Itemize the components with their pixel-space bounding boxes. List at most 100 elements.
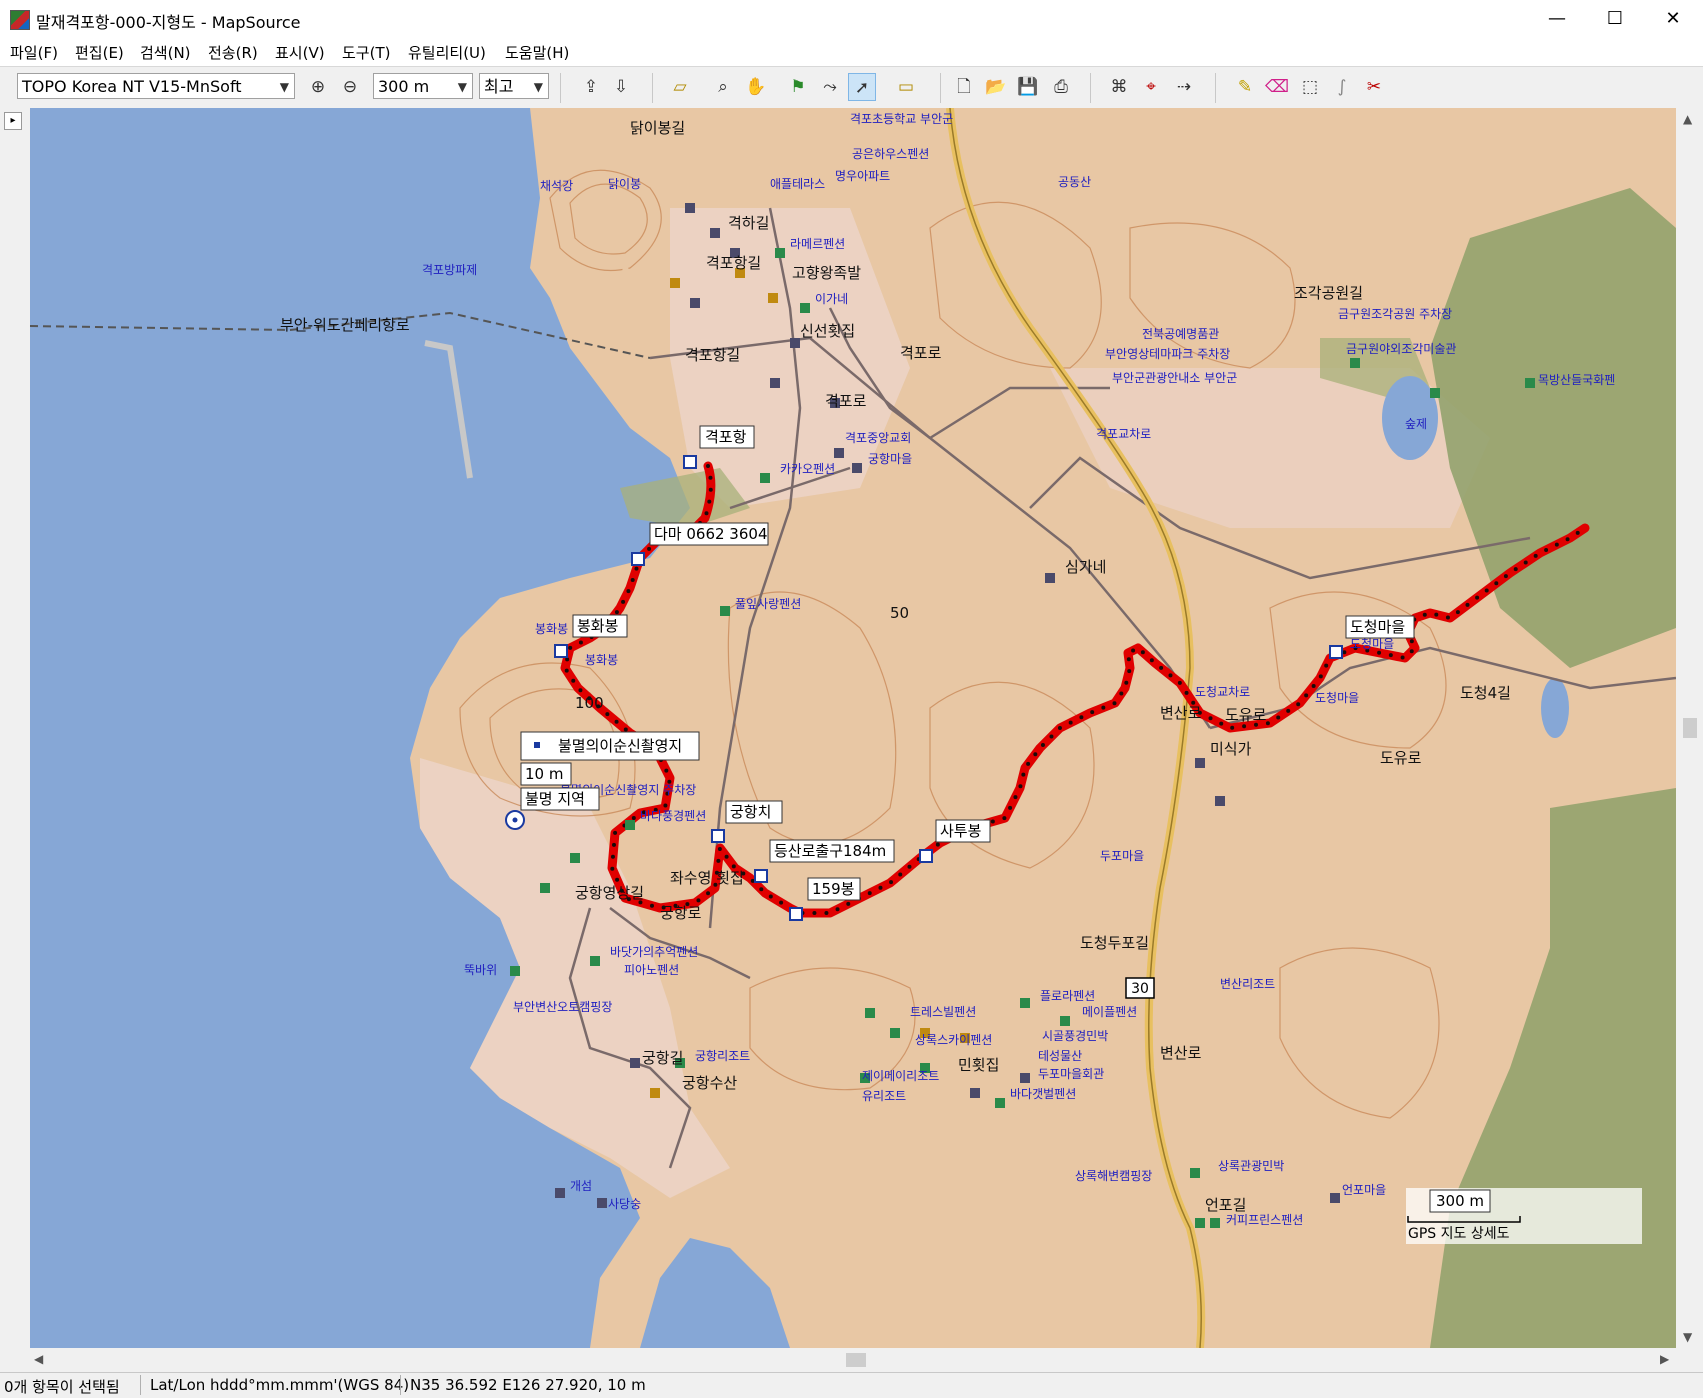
- place-label: 격포항길: [685, 346, 740, 364]
- place-label: 궁항영상길: [575, 884, 644, 902]
- place-label: 격포항길: [706, 254, 761, 272]
- status-bar: 0개 항목이 선택됨 Lat/Lon hddd°mm.mmm'(WGS 84) …: [0, 1372, 1703, 1398]
- waypoint-label-satubong[interactable]: 사투봉: [940, 822, 981, 840]
- toolbar: TOPO Korea NT V15-MnSoft ▼ ⊕ ⊖ 300 m ▼ 최…: [0, 66, 1703, 110]
- waypoint-label-dama[interactable]: 다마 0662 3604: [654, 525, 767, 543]
- select-map-icon[interactable]: ▱: [666, 73, 694, 101]
- scroll-up-icon[interactable]: ▲: [1683, 112, 1692, 126]
- place-label: 격하길: [728, 214, 769, 232]
- scroll-right-icon[interactable]: ▶: [1660, 1352, 1669, 1366]
- place-label: 바다풍경펜션: [640, 809, 706, 823]
- menu-help[interactable]: 도움말(H): [505, 42, 569, 63]
- vertical-scrollbar[interactable]: ▲ ▼: [1676, 108, 1703, 1348]
- waypoint-label-gunghangchi[interactable]: 궁항치: [730, 803, 771, 821]
- place-label: 도청교차로: [1195, 685, 1250, 699]
- selection-tool-icon[interactable]: ➚: [848, 73, 876, 101]
- place-label: 카카오펜션: [780, 462, 835, 476]
- horizontal-scroll-thumb[interactable]: [846, 1353, 866, 1367]
- new-file-icon[interactable]: 🗋: [950, 73, 978, 101]
- tooltip-elevation: 10 m: [525, 765, 563, 783]
- menu-view[interactable]: 표시(V): [275, 42, 325, 63]
- measure-tool-icon[interactable]: ▭: [892, 73, 920, 101]
- horizontal-scrollbar[interactable]: ◀ ▶: [30, 1348, 1676, 1372]
- tooltip-poi-name: 불멸의이순신촬영지: [558, 737, 682, 755]
- place-label: 고향왕족발: [792, 264, 861, 282]
- draw-track-icon[interactable]: ✎: [1231, 73, 1259, 101]
- place-label: 메이플펜션: [1082, 1005, 1137, 1019]
- place-label: 상록스카이펜션: [915, 1033, 992, 1047]
- place-label: 바다갯벌펜션: [1010, 1087, 1076, 1101]
- scroll-down-icon[interactable]: ▼: [1683, 1330, 1692, 1344]
- place-label: 도청4길: [1460, 684, 1511, 702]
- waypoint-label-gyeokpohang[interactable]: 격포항: [705, 428, 747, 446]
- menu-search[interactable]: 검색(N): [140, 42, 191, 63]
- menu-tools[interactable]: 도구(T): [342, 42, 390, 63]
- place-label: 목방산들국화펜: [1538, 373, 1615, 387]
- place-label: 공은하우스펜션: [852, 147, 929, 161]
- waypoint-label-docheong[interactable]: 도청마을: [1350, 618, 1405, 636]
- menu-utilities[interactable]: 유틸리티(U): [408, 42, 486, 63]
- map-canvas[interactable]: 30 격포초등학교 부안군 공은하우스펜션 애플테라스 명우아파트 라메르펜션 …: [30, 108, 1676, 1348]
- place-label: 부안영상테마파크 주차장: [1105, 347, 1230, 361]
- mapsource-app-icon: [10, 10, 30, 30]
- find-route-icon[interactable]: ⇢: [1170, 73, 1198, 101]
- place-label: 개섬: [570, 1179, 592, 1193]
- place-label: 조각공원길: [1294, 284, 1363, 302]
- waypoint-tool-icon[interactable]: ⚑: [784, 73, 812, 101]
- place-label: 상록해변캠핑장: [1075, 1169, 1152, 1183]
- zoom-scale-select[interactable]: 300 m ▼: [373, 73, 473, 99]
- vertical-scroll-thumb[interactable]: [1683, 718, 1697, 738]
- menu-file[interactable]: 파일(F): [10, 42, 58, 63]
- find-icon[interactable]: ⌘: [1105, 73, 1133, 101]
- minimize-button[interactable]: —: [1528, 0, 1586, 38]
- menu-bar: 파일(F) 편집(E) 검색(N) 전송(R) 표시(V) 도구(T) 유틸리티…: [0, 38, 1703, 66]
- map-product-select[interactable]: TOPO Korea NT V15-MnSoft ▼: [17, 73, 295, 99]
- hand-tool-icon[interactable]: ✋: [742, 73, 770, 101]
- join-track-icon[interactable]: ✂: [1360, 73, 1388, 101]
- zoom-out-icon[interactable]: ⊖: [336, 73, 364, 101]
- detail-level-select[interactable]: 최고 ▼: [479, 73, 549, 99]
- zoom-in-icon[interactable]: ⊕: [304, 73, 332, 101]
- place-label: 변산로: [1160, 1044, 1202, 1062]
- place-label: 격포방파제: [422, 263, 477, 277]
- status-separator: [400, 1375, 401, 1395]
- save-file-icon[interactable]: 💾: [1014, 73, 1042, 101]
- close-button[interactable]: ✕: [1644, 0, 1702, 38]
- erase-track-icon[interactable]: ⌫: [1263, 73, 1291, 101]
- menu-transfer[interactable]: 전송(R): [208, 42, 258, 63]
- place-label: 커피프린스펜션: [1226, 1213, 1303, 1227]
- open-file-icon[interactable]: 📂: [982, 73, 1010, 101]
- place-label: 숲제: [1405, 417, 1427, 431]
- divide-track-icon[interactable]: ∫: [1328, 73, 1356, 101]
- window-title: 말재격포항-000-지형도 - MapSource: [36, 13, 301, 32]
- find-near-icon[interactable]: ⌖: [1137, 73, 1165, 101]
- place-label: 뚝바위: [464, 963, 497, 977]
- place-label: 언포마을: [1342, 1183, 1386, 1197]
- tooltip-area: 불명 지역: [525, 790, 585, 808]
- chevron-down-icon: ▼: [457, 80, 467, 94]
- place-label: 100: [575, 694, 604, 712]
- place-label: 도청마을: [1315, 691, 1359, 705]
- place-label: 풀잎사랑펜션: [735, 597, 801, 611]
- zoom-tool-icon[interactable]: ⌕: [709, 73, 737, 101]
- receive-from-device-icon[interactable]: ⇪: [577, 73, 605, 101]
- reservoir: [1541, 678, 1569, 738]
- select-track-icon[interactable]: ⬚: [1296, 73, 1324, 101]
- send-to-device-icon[interactable]: ⇩: [607, 73, 635, 101]
- maximize-button[interactable]: ☐: [1586, 0, 1644, 38]
- map-product-value: TOPO Korea NT V15-MnSoft: [22, 77, 242, 96]
- place-label: 닭이봉: [608, 177, 641, 191]
- waypoint-label-bonghwabong[interactable]: 봉화봉: [577, 617, 618, 635]
- place-label: 변산로: [1160, 704, 1202, 722]
- menu-edit[interactable]: 편집(E): [75, 42, 124, 63]
- print-icon[interactable]: ⎙: [1047, 73, 1075, 101]
- expand-panel-icon[interactable]: ▸: [4, 112, 22, 130]
- route-tool-icon[interactable]: ⤳: [816, 73, 844, 101]
- map-view[interactable]: 30 격포초등학교 부안군 공은하우스펜션 애플테라스 명우아파트 라메르펜션 …: [30, 108, 1676, 1348]
- place-label: 도청두포길: [1080, 934, 1149, 952]
- place-label: 변산리조트: [1220, 977, 1275, 991]
- toolbar-separator: [1215, 73, 1216, 103]
- scroll-left-icon[interactable]: ◀: [34, 1352, 43, 1366]
- waypoint-label-159[interactable]: 159봉: [812, 880, 854, 898]
- waypoint-label-exit[interactable]: 등산로출구184m: [774, 842, 886, 860]
